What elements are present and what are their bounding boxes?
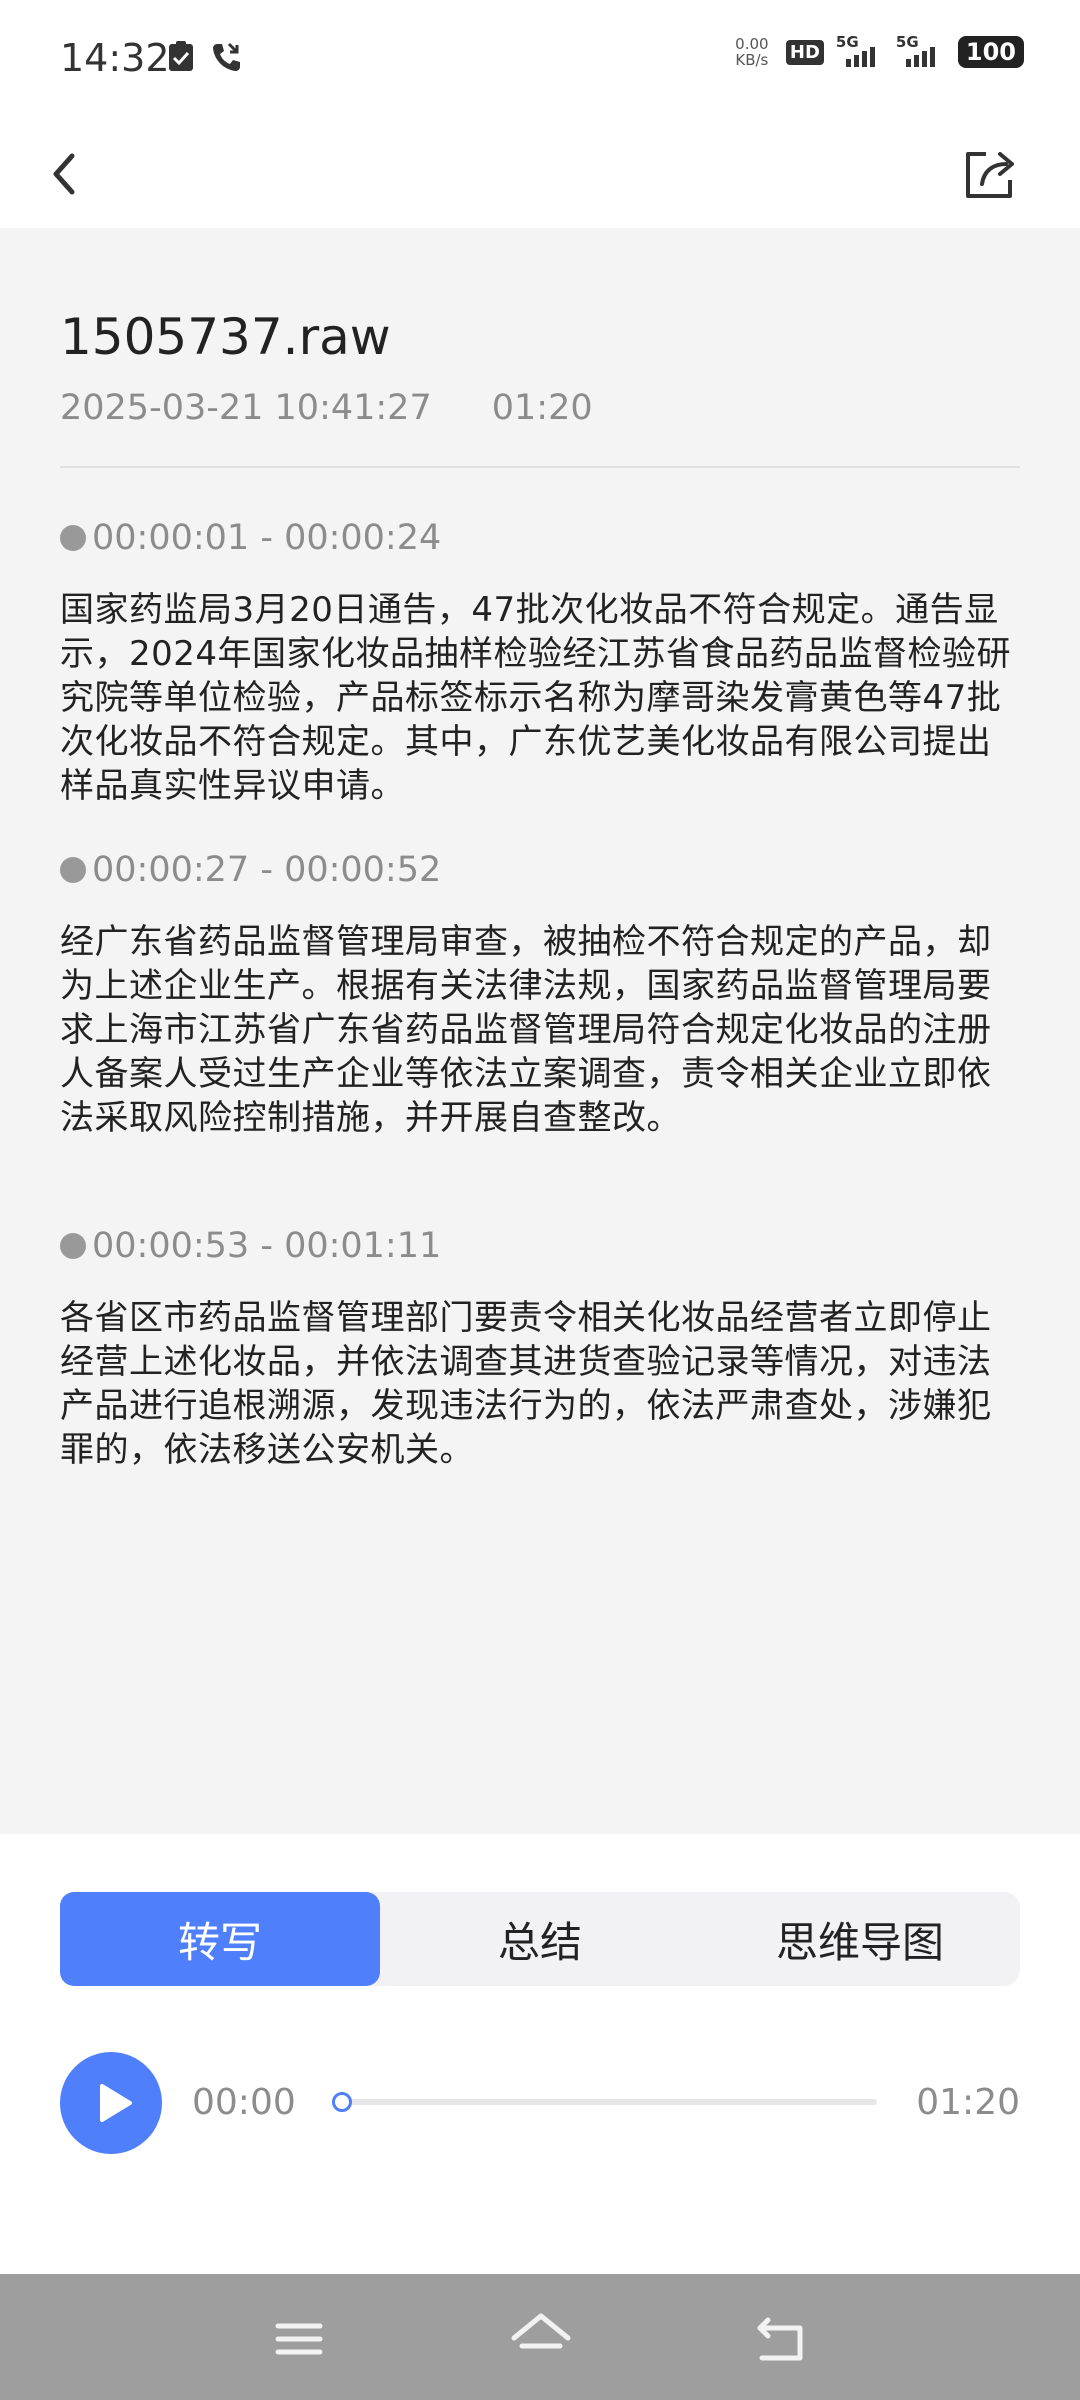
segment-text: 经广东省药品监督管理局审查，被抽检不符合规定的产品，却为上述企业生产。根据有关法…	[60, 922, 992, 1138]
missed-call-icon	[210, 40, 244, 78]
divider	[60, 466, 1020, 468]
progress-knob[interactable]	[332, 2092, 352, 2112]
transcript-segment[interactable]: 00:00:53 - 00:01:11 各省区市药品监督管理部门要责令相关化妆品…	[60, 1226, 1020, 1472]
segment-time-text: 00:00:53 - 00:01:11	[92, 1226, 442, 1266]
segment-text: 国家药监局3月20日通告，47批次化妆品不符合规定。通告显示，2024年国家化妆…	[60, 590, 1012, 806]
progress-track[interactable]	[337, 2099, 877, 2105]
top-nav	[0, 118, 1080, 228]
tab-transcribe[interactable]: 转写	[60, 1892, 380, 1986]
current-time: 00:00	[192, 2082, 296, 2123]
dot-icon	[60, 857, 86, 883]
net-speed: 0.00 KB/s	[732, 36, 772, 68]
signal-icon: 5G	[896, 33, 944, 67]
menu-icon	[275, 2323, 323, 2355]
sim2-label: 5G	[895, 33, 919, 51]
signal-icon: 5G	[836, 33, 884, 67]
back-nav-button[interactable]	[746, 2304, 816, 2374]
system-nav-bar	[0, 2274, 1080, 2400]
recording-title: 1505737.raw	[60, 308, 391, 366]
hd-icon: HD	[785, 39, 824, 65]
dot-icon	[60, 1233, 86, 1259]
sim1-label: 5G	[835, 33, 859, 51]
transcript-panel: 1505737.raw 2025-03-21 10:41:27 01:20 00…	[0, 228, 1080, 1834]
transcript-segment[interactable]: 00:00:27 - 00:00:52 经广东省药品监督管理局审查，被抽检不符合…	[60, 850, 1020, 1140]
menu-button[interactable]	[264, 2304, 334, 2374]
segment-time: 00:00:27 - 00:00:52	[60, 850, 1020, 890]
total-time: 01:20	[916, 2082, 1020, 2123]
status-bar: 14:32 0.00 KB/s HD 5G 5G 100	[0, 0, 1080, 118]
dot-icon	[60, 525, 86, 551]
audio-player: 00:00 01:20	[60, 2052, 1020, 2156]
segment-time-text: 00:00:27 - 00:00:52	[92, 850, 442, 890]
tab-summary[interactable]: 总结	[380, 1892, 700, 1986]
status-time: 14:32	[60, 36, 170, 80]
segment-time: 00:00:53 - 00:01:11	[60, 1226, 1020, 1266]
check-clipboard-icon	[168, 40, 194, 76]
recording-duration: 01:20	[491, 388, 593, 428]
recording-meta: 2025-03-21 10:41:27 01:20	[60, 388, 593, 428]
net-speed-value: 0.00	[735, 35, 769, 53]
back-button[interactable]	[34, 134, 114, 214]
view-tabs: 转写 总结 思维导图	[60, 1892, 1020, 1986]
segment-text: 各省区市药品监督管理部门要责令相关化妆品经营者立即停止经营上述化妆品，并依法调查…	[60, 1298, 992, 1470]
net-speed-unit: KB/s	[735, 51, 769, 69]
chevron-left-icon	[53, 153, 75, 195]
home-icon	[511, 2313, 571, 2349]
transcript-segment[interactable]: 00:00:01 - 00:00:24 国家药监局3月20日通告，47批次化妆品…	[60, 518, 1020, 808]
recording-datetime: 2025-03-21 10:41:27	[60, 388, 432, 428]
segment-time-text: 00:00:01 - 00:00:24	[92, 518, 442, 558]
status-indicators: 0.00 KB/s HD 5G 5G 100	[732, 33, 1024, 68]
home-button[interactable]	[506, 2304, 576, 2374]
back-icon	[757, 2317, 803, 2361]
tab-mind-map[interactable]: 思维导图	[700, 1892, 1020, 1986]
play-icon	[100, 2084, 132, 2122]
battery-icon: 100	[957, 36, 1024, 68]
share-button[interactable]	[950, 134, 1030, 214]
share-icon	[966, 152, 1014, 198]
play-button[interactable]	[60, 2052, 162, 2154]
segment-time: 00:00:01 - 00:00:24	[60, 518, 1020, 558]
